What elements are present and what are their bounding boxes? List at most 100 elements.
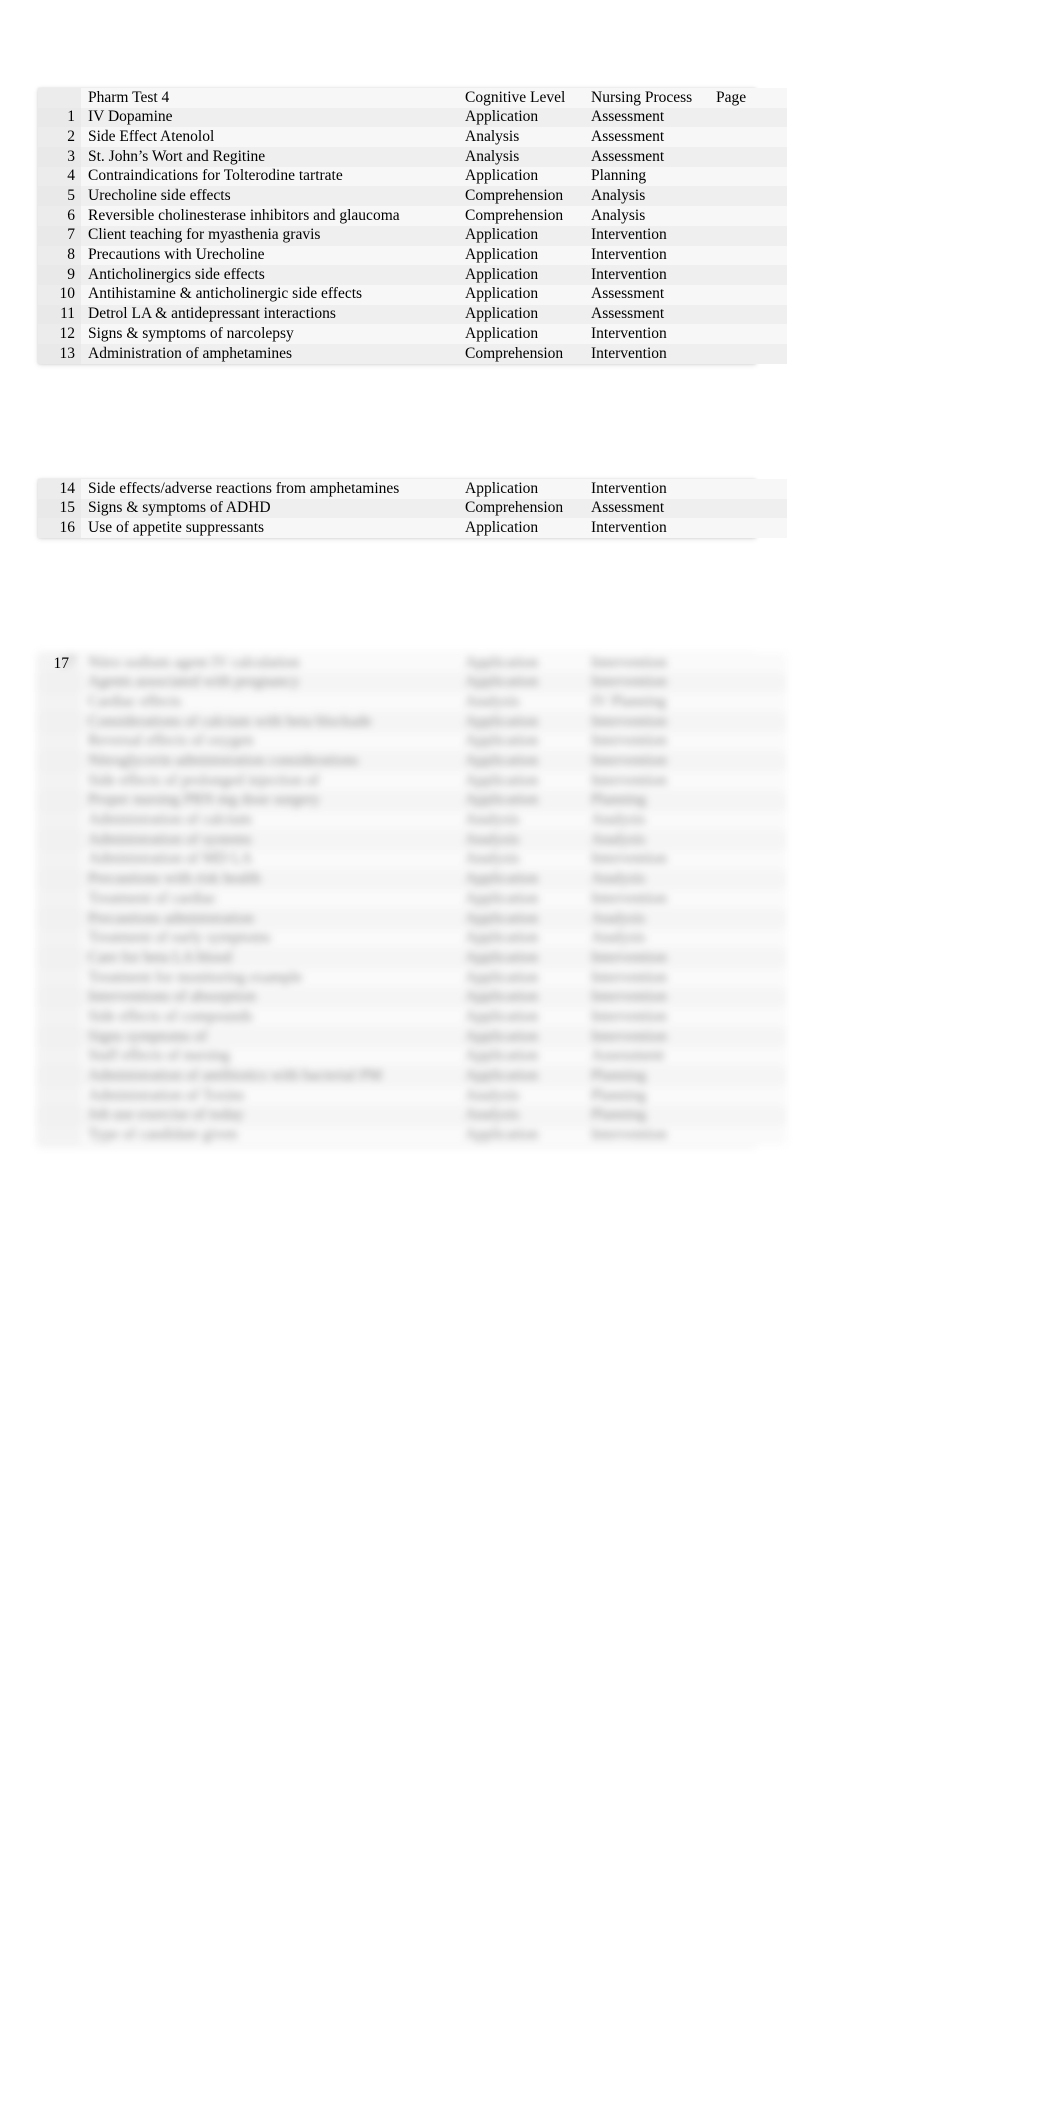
pharm-test-table-1: Pharm Test 4 Cognitive Level Nursing Pro… (38, 88, 787, 364)
cell-row-number: 10 (38, 284, 81, 305)
table-row[interactable]: 5 Urecholine side effects Comprehension Ana… (38, 186, 787, 207)
table-row[interactable]: Nitroglycerin administration considerati… (38, 751, 787, 772)
cell-cognitive-level: Application (465, 752, 539, 770)
table-row[interactable]: Administration of antibiotics with bacte… (38, 1066, 787, 1087)
cell-row-number: 13 (38, 343, 81, 364)
cell-nursing-process: Assessment (591, 127, 665, 145)
cell-page (710, 673, 787, 693)
table-row[interactable]: 9 Anticholinergics side effects Applicatio… (38, 265, 787, 285)
cell-item-text: Precautions with Urecholine (88, 246, 265, 264)
table-row[interactable]: Administration of systems Analysis Analysi… (38, 830, 787, 850)
cell-page (710, 108, 787, 128)
header-cell-title: Pharm Test 4 (88, 88, 170, 106)
cell-nursing-process: Intervention (591, 1007, 667, 1025)
table-row[interactable]: Administration of Toxins Analysis Planning (38, 1086, 787, 1106)
cell-cognitive-level: Application (465, 246, 539, 264)
table-row[interactable]: 3 St. John’s Wort and Regitine Analysis Ass… (38, 147, 787, 167)
table-row[interactable]: 4 Contraindications for Tolterodine tartr… (38, 166, 787, 187)
cell-row-number: 1 (38, 107, 81, 128)
cell-item-text: Side effects/adverse reactions from amph… (88, 479, 400, 497)
cell-page (710, 692, 787, 712)
cell-nursing-process: Intervention (591, 968, 667, 986)
table-row[interactable]: 2 Side Effect Atenolol Analysis Assessment (38, 127, 787, 148)
cell-page (710, 909, 787, 929)
cell-page (710, 1007, 787, 1027)
cell-nursing-process: Planning (591, 1106, 647, 1124)
table-row[interactable]: Reversal effects of oxygen Application Int… (38, 731, 787, 752)
cell-nursing-process: Intervention (591, 518, 667, 536)
cell-cognitive-level: Comprehension (465, 187, 564, 205)
table-row[interactable]: Considerations of calcium with beta bloc… (38, 712, 787, 732)
cell-nursing-process: Assessment (591, 108, 665, 126)
table-row[interactable]: 7 Client teaching for myasthenia gravis Ap… (38, 225, 787, 246)
table-row[interactable]: Interventions of absorption Application In… (38, 987, 787, 1008)
cell-page (710, 226, 787, 246)
cell-item-text: Side effects of compounds (88, 1007, 253, 1025)
table-row[interactable]: Side effects of prolonged injection of Ap… (38, 771, 787, 791)
cell-row-number: 3 (38, 147, 81, 167)
cell-row-number (38, 771, 81, 791)
table-row[interactable]: Proper nursing PRN mg dose surgery Applic… (38, 790, 787, 811)
cell-page (710, 1066, 787, 1086)
cell-item-text: Care for beta LA blood (88, 948, 232, 966)
table-row[interactable]: 1 IV Dopamine Application Assessment (38, 107, 787, 128)
cell-item-text: Detrol LA & antidepressant interactions (88, 305, 336, 323)
pharm-test-table-3: 17 Nitro sodium agent IV calculation Appli… (38, 653, 787, 1146)
table-row[interactable]: 11 Detrol LA & antidepressant interaction… (38, 304, 787, 325)
cell-item-text: Treatment for monitoring example (88, 968, 303, 986)
table-row[interactable]: Type of candidate given Application Interv… (38, 1125, 787, 1146)
cell-cognitive-level: Application (465, 1126, 539, 1144)
table-row[interactable]: Precautions administration Application Ana… (38, 908, 787, 929)
row-number-17: 17 (53, 655, 70, 672)
cell-row-number (38, 830, 81, 850)
table-row[interactable]: 12 Signs & symptoms of narcolepsy Applicat… (38, 324, 787, 344)
table-row[interactable]: 14 Side effects/adverse reactions from am… (38, 479, 787, 499)
table-row[interactable]: Treatment for monitoring example Applicat… (38, 968, 787, 988)
table-row[interactable]: Cardiac effects Analysis IV Planning (38, 692, 787, 713)
table-row[interactable]: Care for beta LA blood Application Interve… (38, 948, 787, 968)
table-row[interactable]: 13 Administration of amphetamines Comprehe… (38, 343, 787, 364)
cell-row-number (38, 889, 81, 909)
table-row[interactable]: 15 Signs & symptoms of ADHD Comprehension A… (38, 498, 787, 519)
table-row[interactable]: Treatment of early symptoms Application An… (38, 928, 787, 949)
cell-row-number: 14 (38, 479, 81, 499)
cell-row-number (38, 1105, 81, 1126)
cell-page (710, 1106, 787, 1126)
table-row[interactable]: Administration of MD LA Analysis Intervent… (38, 849, 787, 870)
cell-cognitive-level: Analysis (465, 830, 520, 848)
pharm-test-table-2: 14 Side effects/adverse reactions from am… (38, 479, 787, 539)
table-row[interactable]: 17 Nitro sodium agent IV calculation Appli… (38, 653, 787, 673)
table-row[interactable]: Agents associated with pregnancy Applicat… (38, 672, 787, 693)
cell-cognitive-level: Application (465, 305, 539, 323)
table-row[interactable]: Precautions with risk health Application A… (38, 869, 787, 890)
cell-cognitive-level: Application (465, 732, 539, 750)
cell-item-text: Treatment of early symptoms (88, 929, 271, 947)
cell-cognitive-level: Application (465, 771, 539, 789)
cell-cognitive-level: Application (465, 870, 539, 888)
table-body-3: 17 Nitro sodium agent IV calculation Appli… (38, 653, 787, 1146)
table-row[interactable]: Signs symptoms of Application Intervention (38, 1027, 787, 1047)
cell-nursing-process: Intervention (591, 1126, 667, 1144)
cell-row-number: 11 (38, 304, 81, 325)
header-cell-page: Page (716, 88, 747, 106)
cell-item-text: Use of appetite suppressants (88, 518, 265, 536)
table-row[interactable]: Administration of calcium Analysis Analysi… (38, 810, 787, 831)
table-row[interactable]: 10 Antihistamine & anticholinergic side e… (38, 284, 787, 305)
table-row[interactable]: 8 Precautions with Urecholine Application I… (38, 245, 787, 266)
cell-item-text: Administration of calcium (88, 811, 252, 829)
cell-item-text: Considerations of calcium with beta bloc… (88, 712, 372, 730)
table-row[interactable]: Side effects of compounds Application Inte… (38, 1007, 787, 1028)
cell-nursing-process: Intervention (591, 850, 667, 868)
table-row[interactable]: Staff effects of nursing Application Asses… (38, 1046, 787, 1067)
table-row[interactable]: 16 Use of appetite suppressants Applicatio… (38, 518, 787, 539)
cell-page (710, 870, 787, 890)
table-row[interactable]: Treatment of cardiac Application Intervent… (38, 889, 787, 909)
header-cell-cognitive: Cognitive Level (465, 88, 566, 106)
cell-cognitive-level: Application (465, 653, 539, 671)
table-body-1: Pharm Test 4 Cognitive Level Nursing Pro… (38, 88, 787, 364)
cell-nursing-process: Assessment (591, 499, 665, 517)
cell-page (710, 1027, 787, 1047)
table-row[interactable]: 6 Reversible cholinesterase inhibitors an… (38, 206, 787, 226)
cell-row-number (38, 692, 81, 713)
table-row[interactable]: Job use exercise of today Analysis Plannin… (38, 1105, 787, 1126)
